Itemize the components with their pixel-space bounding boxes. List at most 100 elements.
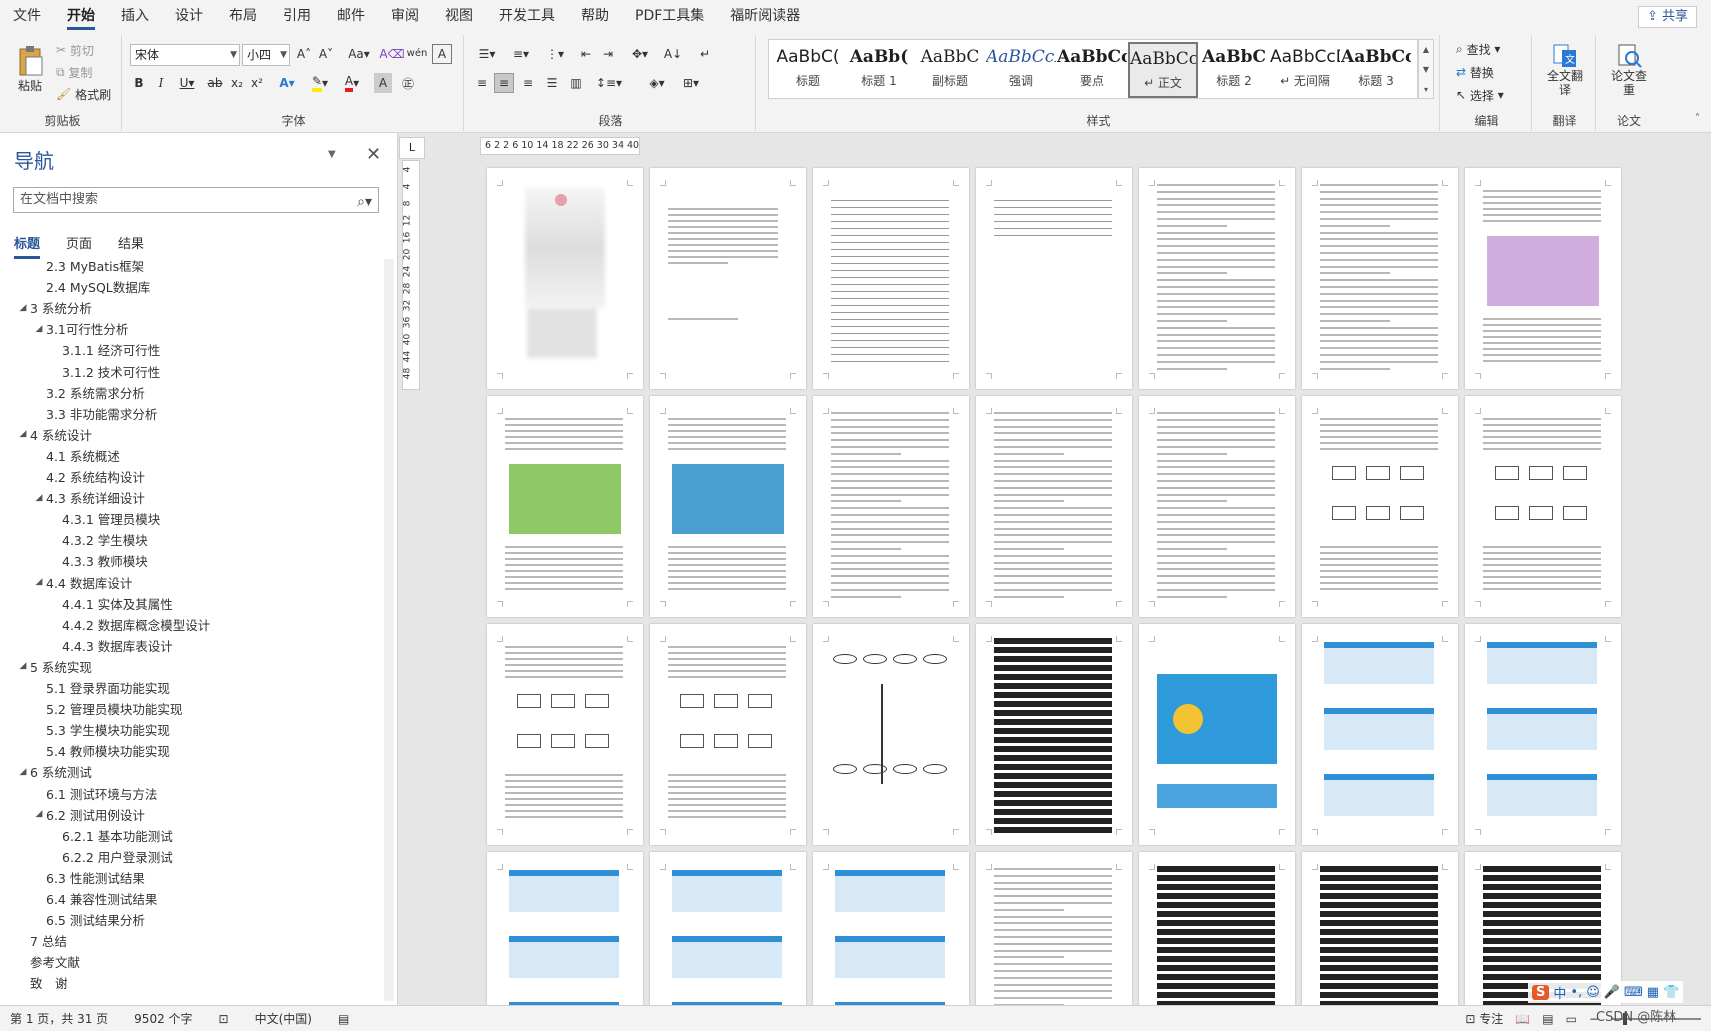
nav-heading-item[interactable]: ◢ 6 系统测试 — [16, 761, 92, 782]
page-thumbnail[interactable] — [976, 852, 1132, 1005]
select-button[interactable]: ↖ 选择 ▾ — [1456, 85, 1504, 105]
menu-tab[interactable]: 开发工具 — [486, 0, 568, 33]
nav-heading-item[interactable]: ◢ 3 系统分析 — [16, 297, 92, 318]
collapse-triangle-icon[interactable]: ◢ — [16, 429, 30, 439]
menu-tab[interactable]: 邮件 — [324, 0, 378, 33]
page-thumbnail[interactable] — [650, 396, 806, 617]
nav-heading-item[interactable]: 2.3 MyBatis框架 — [32, 259, 144, 276]
nav-heading-item[interactable]: 4.4.3 数据库表设计 — [48, 635, 173, 656]
page-thumbnail[interactable] — [650, 168, 806, 389]
align-left-button[interactable]: ≡ — [472, 73, 492, 93]
nav-heading-item[interactable]: 4.4.1 实体及其属性 — [48, 593, 173, 614]
focus-mode-button[interactable]: ⊡ 专注 — [1465, 1010, 1503, 1027]
style-item[interactable]: AaBbC 副标题 — [915, 42, 985, 98]
style-item[interactable]: AaBbCcI ↵ 正文 — [1128, 42, 1198, 98]
nav-tab[interactable]: 页面 — [66, 233, 92, 259]
language-indicator[interactable]: 中文(中国) — [255, 1010, 312, 1027]
collapse-triangle-icon[interactable]: ◢ — [32, 809, 46, 819]
page-thumbnail[interactable] — [813, 852, 969, 1005]
style-item[interactable]: AaBb(标题 1 — [844, 42, 914, 98]
nav-heading-item[interactable]: 4.3.3 教师模块 — [48, 550, 148, 571]
show-marks-button[interactable]: ↵ — [694, 44, 716, 64]
chevron-down-icon[interactable]: ▼ — [1419, 60, 1433, 80]
nav-heading-item[interactable]: 3.2 系统需求分析 — [32, 382, 145, 403]
keyboard-icon[interactable]: ⌨ — [1624, 985, 1643, 1000]
strikethrough-button[interactable]: ab — [204, 73, 226, 93]
page-thumbnail[interactable] — [487, 396, 643, 617]
grow-font-button[interactable]: A˄ — [294, 44, 314, 64]
nav-heading-item[interactable]: 2.4 MySQL数据库 — [32, 276, 150, 297]
nav-heading-item[interactable]: 5.4 教师模块功能实现 — [32, 740, 170, 761]
menu-tab[interactable]: 审阅 — [378, 0, 432, 33]
nav-heading-item[interactable]: 6.5 测试结果分析 — [32, 909, 145, 930]
nav-heading-item[interactable]: 4.2 系统结构设计 — [32, 466, 145, 487]
page-thumbnail[interactable] — [1302, 168, 1458, 389]
bullets-button[interactable]: ☰▾ — [472, 44, 502, 64]
nav-heading-item[interactable]: ◢ 4 系统设计 — [16, 424, 92, 445]
page-thumbnail[interactable] — [487, 168, 643, 389]
collapse-triangle-icon[interactable]: ◢ — [16, 661, 30, 671]
decrease-indent-button[interactable]: ⇤ — [576, 44, 596, 64]
nav-heading-item[interactable]: 5.2 管理员模块功能实现 — [32, 698, 182, 719]
borders-button[interactable]: ⊞▾ — [676, 73, 706, 93]
nav-heading-item[interactable]: 4.3.1 管理员模块 — [48, 508, 160, 529]
menu-tab[interactable]: 布局 — [216, 0, 270, 33]
tab-selector[interactable]: L — [399, 137, 425, 159]
page-thumbnail[interactable] — [1139, 624, 1295, 845]
subscript-button[interactable]: x₂ — [228, 73, 246, 93]
page-thumbnail[interactable] — [813, 168, 969, 389]
nav-heading-item[interactable]: 致 谢 — [16, 972, 68, 993]
page-thumbnail[interactable] — [487, 624, 643, 845]
page-thumbnail[interactable] — [976, 396, 1132, 617]
nav-heading-item[interactable]: ◢ 4.3 系统详细设计 — [32, 487, 145, 508]
find-button[interactable]: ⌕ 查找 ▾ — [1456, 39, 1500, 59]
chinese-layout-button[interactable]: ✥▾ — [624, 44, 656, 64]
justify-button[interactable]: ☰ — [542, 73, 562, 93]
menu-tab[interactable]: 插入 — [108, 0, 162, 33]
bold-button[interactable]: B — [130, 73, 148, 93]
menu-tab[interactable]: 视图 — [432, 0, 486, 33]
collapse-triangle-icon[interactable]: ◢ — [32, 577, 46, 587]
page-thumbnail[interactable] — [1465, 168, 1621, 389]
page-thumbnail[interactable] — [813, 624, 969, 845]
skin-icon[interactable]: ▦ — [1647, 985, 1659, 1000]
italic-button[interactable]: I — [152, 73, 170, 93]
style-item[interactable]: AaBbCcL 强调 — [986, 42, 1056, 98]
style-gallery-scroll[interactable]: ▲ ▼ ▾ — [1418, 39, 1434, 99]
menu-tab[interactable]: 开始 — [54, 0, 108, 33]
nav-tab[interactable]: 标题 — [14, 233, 41, 259]
nav-heading-item[interactable]: 5.3 学生模块功能实现 — [32, 719, 170, 740]
style-item[interactable]: AaBbC(标题 — [773, 42, 843, 98]
menu-tab[interactable]: 帮助 — [568, 0, 622, 33]
numbering-button[interactable]: ≡▾ — [506, 44, 536, 64]
search-icon[interactable]: ⌕▾ — [357, 190, 372, 214]
nav-heading-item[interactable]: 3.3 非功能需求分析 — [32, 403, 157, 424]
nav-scrollbar[interactable] — [384, 259, 394, 1001]
more-styles-icon[interactable]: ▾ — [1419, 80, 1433, 100]
collapse-triangle-icon[interactable]: ◢ — [32, 493, 46, 503]
align-center-button[interactable]: ≡ — [494, 73, 514, 93]
proofing-icon[interactable]: ⊡ — [219, 1012, 229, 1026]
nav-heading-item[interactable]: 6.4 兼容性测试结果 — [32, 888, 157, 909]
char-shading-button[interactable]: A — [374, 73, 392, 93]
read-mode-icon[interactable]: 📖 — [1515, 1012, 1530, 1026]
collapse-triangle-icon[interactable]: ◢ — [32, 324, 46, 334]
nav-heading-item[interactable]: ◢ 3.1可行性分析 — [32, 318, 129, 339]
shirt-icon[interactable]: 👕 — [1663, 985, 1679, 1000]
page-thumbnail[interactable] — [1302, 624, 1458, 845]
menu-tab[interactable]: 引用 — [270, 0, 324, 33]
style-item[interactable]: AaBbCcl 要点 — [1057, 42, 1127, 98]
page-thumbnail[interactable] — [650, 852, 806, 1005]
menu-tab[interactable]: PDF工具集 — [622, 0, 717, 33]
page-thumbnail[interactable] — [1465, 396, 1621, 617]
phonetic-guide-button[interactable]: wén — [406, 42, 428, 64]
full-translate-button[interactable]: 文 全文翻译 — [1542, 39, 1588, 101]
nav-heading-item[interactable]: 5.1 登录界面功能实现 — [32, 677, 170, 698]
nav-heading-item[interactable]: ◢ 4.4 数据库设计 — [32, 572, 133, 593]
ime-mode[interactable]: 中 — [1553, 983, 1566, 1002]
text-effects-button[interactable]: A▾ — [274, 73, 300, 93]
paper-check-button[interactable]: 论文查重 — [1606, 39, 1652, 101]
nav-search-input[interactable]: 在文档中搜索 ⌕▾ — [13, 187, 379, 213]
enclose-char-button[interactable]: ㊣ — [398, 73, 418, 93]
nav-tab[interactable]: 结果 — [118, 233, 144, 259]
